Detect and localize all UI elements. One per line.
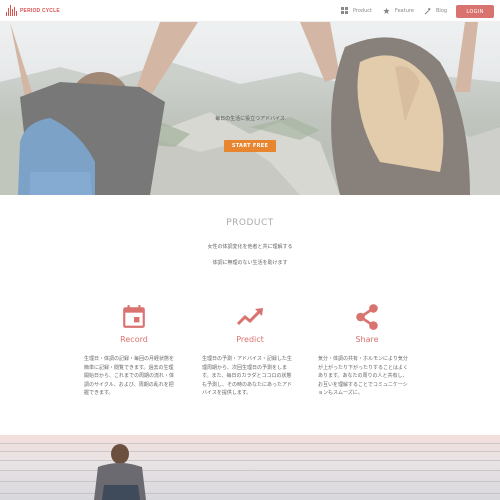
description-line: 理周期から、次回生理日の予測をしま: [202, 364, 288, 371]
description-line: 握できます。: [84, 390, 114, 397]
share-icon: [317, 303, 417, 331]
feature-share-description: 気分・体調の共有・ホルモンにより気分 が上がったり下がったりすることはよく あり…: [318, 355, 416, 398]
logo-text: PERIOD CYCLE: [20, 7, 60, 14]
description-line: す。また、毎日のカラダとココロの状態: [202, 373, 292, 380]
grid-icon: [341, 7, 348, 14]
blog-icon: [424, 7, 431, 14]
login-button[interactable]: LOGIN: [456, 5, 494, 18]
product-lead-line-1: 女性の体調変化を他者と共に理解する: [207, 244, 293, 250]
feature-title: Share: [355, 335, 379, 344]
description-line: 開始日から、これまでの周期の流れ・体: [84, 373, 175, 380]
nav-item-blog[interactable]: Blog: [424, 7, 447, 14]
product-lead-line-2: 体調に無理のない生活を助けます: [212, 260, 288, 266]
nav-item-label: Product: [353, 7, 372, 14]
feature-share: Share: [317, 303, 417, 344]
description-line: が上がったり下がったりすることはよく: [318, 364, 409, 371]
description-line: 調のサイクル、および、周期の乱れを把: [84, 381, 174, 388]
nav-item-product[interactable]: Product: [341, 7, 372, 14]
hero-subtitle: 毎日の生活に役立つアドバイス: [215, 116, 285, 122]
description-line: バイスを提供します。: [202, 390, 252, 397]
hero-banner: 毎日の生活に役立つアドバイス START FREE: [0, 22, 500, 195]
description-line: 生理日の予測・アドバイス・記録した生: [202, 356, 292, 362]
bottom-banner-photo: [0, 435, 500, 500]
feature-record-description: 生理日・体調の記録・毎回の月経状態を 簡単に記録・閲覧できます。過去の生理 開始…: [84, 355, 182, 398]
description-line: ョンもスムーズに。: [318, 390, 363, 397]
feature-record: Record: [84, 303, 184, 344]
logo[interactable]: PERIOD CYCLE: [6, 5, 60, 16]
logo-bars-icon: [6, 5, 17, 16]
hero-overlay: [0, 22, 500, 195]
nav-item-feature[interactable]: Feature: [383, 7, 414, 14]
description-line: 簡単に記録・閲覧できます。過去の生理: [84, 364, 174, 371]
feature-predict: Predict: [200, 303, 300, 344]
star-icon: [383, 7, 390, 14]
feature-predict-description: 生理日の予測・アドバイス・記録した生 理周期から、次回生理日の予測をしま す。ま…: [202, 355, 300, 398]
nav-item-label: Feature: [395, 7, 414, 14]
description-line: も予測し、その時のあなたにあったアド: [202, 381, 293, 388]
description-line: 生理日・体調の記録・毎回の月経状態を: [84, 356, 175, 362]
description-line: あります。あなたの周りの人と共有し、: [318, 373, 408, 380]
sitting-person-figure: [94, 444, 146, 500]
feature-title: Record: [120, 335, 148, 344]
description-line: お互いを理解することでコミュニケーシ: [318, 381, 408, 388]
calendar-icon: [84, 303, 184, 331]
nav-item-label: Blog: [436, 7, 448, 14]
trend-icon: [200, 303, 300, 331]
description-line: 気分・体調の共有・ホルモンにより気分: [318, 356, 408, 362]
top-navbar: PERIOD CYCLE Product Feature Blog LOGIN: [0, 0, 500, 22]
feature-title: Predict: [236, 335, 264, 344]
start-free-button[interactable]: START FREE: [224, 140, 276, 152]
product-section-title: PRODUCT: [226, 218, 274, 228]
